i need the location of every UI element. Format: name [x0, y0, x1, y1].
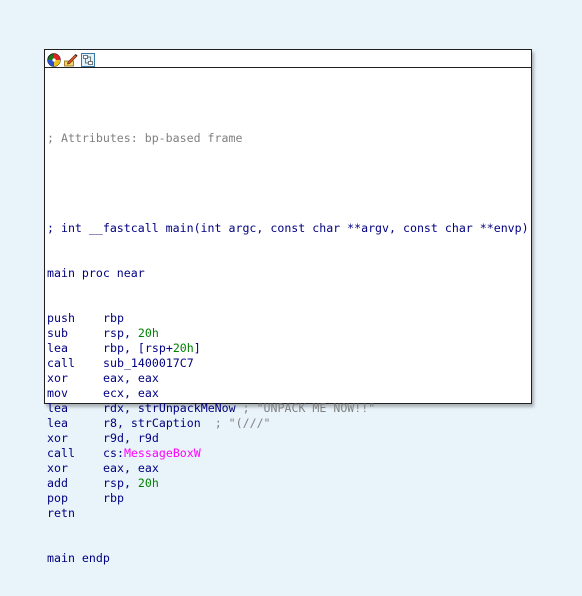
instruction-operand: r8, strCaption — [103, 416, 201, 430]
instruction-operand: eax, eax — [103, 461, 159, 475]
instruction-operand: cs: — [103, 446, 124, 460]
instruction-line[interactable]: add rsp, 20h — [47, 476, 529, 491]
instruction-line[interactable]: lea rbp, [rsp+20h] — [47, 341, 529, 356]
graph-view-icon[interactable] — [81, 52, 95, 67]
instruction-mnemonic: call — [47, 356, 75, 370]
instruction-mnemonic: xor — [47, 461, 68, 475]
graph-node-main[interactable]: ; Attributes: bp-based frame ; int __fas… — [44, 49, 532, 565]
instruction-operand: rdx, strUnpackMeNow — [103, 401, 236, 415]
instruction-operand: rsp, — [103, 326, 138, 340]
instruction-operand: rbp — [103, 311, 124, 325]
attributes-comment: ; Attributes: bp-based frame — [47, 131, 243, 145]
instruction-list: push rbp sub rsp, 20h lea rbp, [rsp+20h] call s… — [47, 311, 529, 521]
instruction-operand: sub_1400017C7 — [103, 356, 194, 370]
instruction-operand: ecx, eax — [103, 386, 159, 400]
instruction-mnemonic: lea — [47, 401, 68, 415]
edit-pencil-icon[interactable] — [64, 52, 78, 66]
instruction-operand: ] — [193, 341, 201, 355]
instruction-mnemonic: push — [47, 311, 75, 325]
immediate-value: 20h — [172, 341, 194, 355]
instruction-mnemonic: xor — [47, 431, 68, 445]
instruction-line[interactable]: call sub_1400017C7 — [47, 356, 529, 371]
instruction-mnemonic: sub — [47, 326, 68, 340]
instruction-operand: rbp — [103, 491, 124, 505]
instruction-mnemonic: mov — [47, 386, 68, 400]
proc-end-label[interactable]: main endp — [47, 551, 529, 566]
instruction-mnemonic: retn — [47, 506, 75, 520]
instruction-line[interactable]: lea rdx, strUnpackMeNow ; "UNPACK ME NOW!… — [47, 401, 529, 416]
instruction-operand: r9d, r9d — [103, 431, 159, 445]
instruction-mnemonic: add — [47, 476, 68, 490]
color-palette-icon[interactable] — [47, 52, 61, 67]
proc-start-label[interactable]: main proc near — [47, 266, 529, 281]
function-signature: ; int __fastcall main(int argc, const ch… — [47, 221, 529, 235]
instruction-line[interactable]: push rbp — [47, 311, 529, 326]
immediate-value: 20h — [137, 326, 159, 340]
import-name: MessageBoxW — [123, 446, 201, 460]
instruction-line[interactable]: xor r9d, r9d — [47, 431, 529, 446]
disassembly-listing: ; Attributes: bp-based frame ; int __fas… — [47, 101, 529, 596]
node-titlebar — [45, 50, 531, 68]
instruction-line[interactable]: pop rbp — [47, 491, 529, 506]
instruction-line[interactable]: retn — [47, 506, 529, 521]
instruction-mnemonic: lea — [47, 341, 68, 355]
instruction-line[interactable]: xor eax, eax — [47, 461, 529, 476]
instruction-operand: eax, eax — [103, 371, 159, 385]
instruction-mnemonic: call — [47, 446, 75, 460]
immediate-value: 20h — [137, 476, 159, 490]
instruction-line[interactable]: lea r8, strCaption ; "(///" — [47, 416, 529, 431]
instruction-line[interactable]: call cs:MessageBoxW — [47, 446, 529, 461]
string-comment: ; "(///" — [200, 416, 271, 430]
string-comment: ; "UNPACK ME NOW!!" — [235, 401, 376, 415]
instruction-line[interactable]: xor eax, eax — [47, 371, 529, 386]
instruction-mnemonic: pop — [47, 491, 68, 505]
instruction-operand: rsp, — [103, 476, 138, 490]
instruction-line[interactable]: mov ecx, eax — [47, 386, 529, 401]
instruction-line[interactable]: sub rsp, 20h — [47, 326, 529, 341]
instruction-operand: rbp, [rsp+ — [103, 341, 173, 355]
instruction-mnemonic: xor — [47, 371, 68, 385]
instruction-mnemonic: lea — [47, 416, 68, 430]
